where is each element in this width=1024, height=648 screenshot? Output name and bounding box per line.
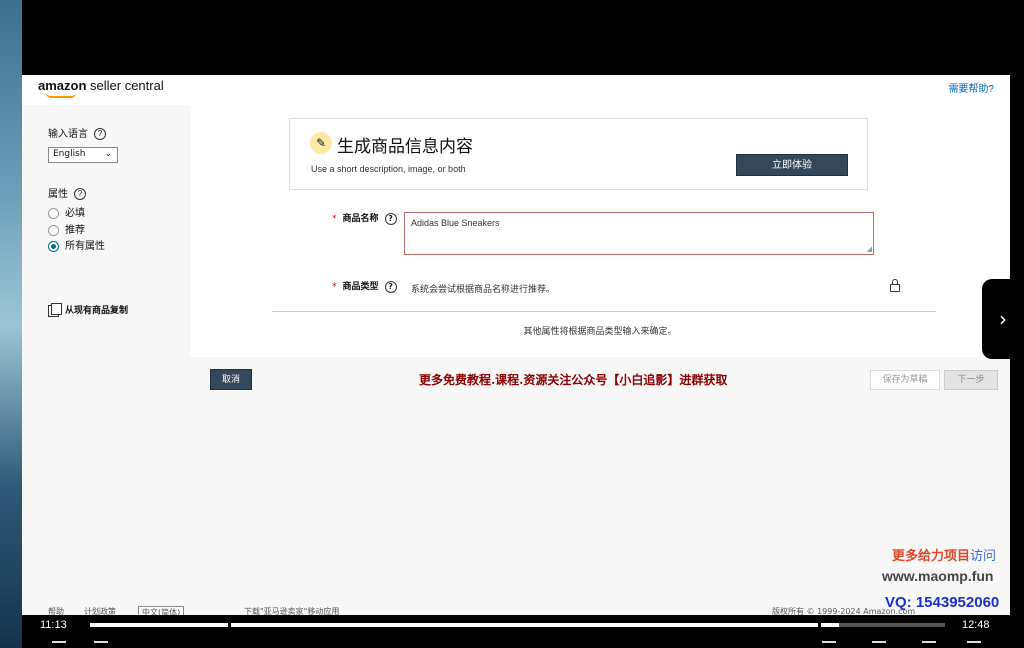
product-type-label: * 商品类型? [332, 279, 397, 293]
other-attributes-note: 其他属性将根据商品类型输入来确定。 [523, 327, 677, 337]
attributes-label: 属性? [48, 185, 86, 201]
control-icon[interactable] [822, 641, 836, 648]
resize-grip-icon[interactable]: ◢ [867, 245, 872, 253]
footer-help-link[interactable]: 帮助 [48, 606, 64, 615]
page-footer: 帮助 计划政策 中文(简体) 下载"亚马逊卖家"移动应用 版权所有 © 1999… [22, 600, 1010, 615]
radio-button[interactable] [48, 207, 59, 219]
main-form-panel: ✎ 生成商品信息内容 Use a short description, imag… [190, 105, 1010, 357]
current-time: 11:13 [40, 619, 67, 631]
help-question-icon[interactable]: ? [74, 188, 86, 201]
help-link[interactable]: 需要帮助? [948, 80, 994, 95]
control-icon[interactable] [872, 641, 886, 648]
next-step-button[interactable]: 下一步 [944, 370, 998, 390]
language-select[interactable]: English ⌄ [48, 147, 118, 163]
footer-language-select[interactable]: 中文(简体) [138, 606, 185, 615]
amazon-seller-central-logo[interactable]: amazon seller central [38, 78, 164, 98]
progress-fill [90, 623, 839, 627]
segment-marker [228, 621, 231, 629]
generate-card-description: Use a short description, image, or both [311, 164, 466, 174]
promo-overlay-text: 更多免费教程.课程.资源关注公众号【小白追影】进群获取 [419, 373, 728, 387]
footer-policy-link[interactable]: 计划政策 [84, 606, 116, 615]
sidebar: 输入语言? English ⌄ 属性? 必填 推荐 所有属性 从现有商品复制 [22, 105, 190, 565]
lock-icon[interactable] [890, 279, 900, 292]
save-draft-button[interactable]: 保存为草稿 [870, 370, 940, 390]
next-page-chevron-icon[interactable]: › [982, 279, 1024, 359]
generate-card-title: 生成商品信息内容 [337, 137, 473, 157]
seller-central-page: amazon seller central 需要帮助? 输入语言? Englis… [22, 75, 1010, 615]
copy-from-existing-link[interactable]: 从现有商品复制 [48, 302, 128, 317]
background-wallpaper-strip [0, 0, 22, 648]
radio-all-attributes[interactable]: 所有属性 [48, 237, 105, 252]
product-name-label: * 商品名称? [332, 211, 397, 225]
control-icon[interactable] [922, 641, 936, 648]
watermark-line-1: 更多给力项目访问 [892, 549, 997, 564]
input-language-label: 输入语言? [48, 125, 106, 141]
help-question-icon[interactable]: ? [384, 280, 397, 293]
segment-marker [818, 621, 821, 629]
radio-button-selected[interactable] [48, 240, 59, 252]
total-time: 12:48 [962, 619, 990, 631]
product-type-hint: 系统会尝试根据商品名称进行推荐。 [411, 285, 556, 295]
amazon-smile-icon [46, 93, 76, 98]
watermark-contact: VQ: 1543952060 [885, 594, 1000, 611]
help-question-icon[interactable]: ? [94, 128, 106, 141]
video-player-bar: 11:13 12:48 [22, 615, 1010, 648]
progress-track[interactable] [90, 621, 945, 629]
footer-app-download-link[interactable]: 下载"亚马逊卖家"移动应用 [244, 606, 339, 615]
radio-button[interactable] [48, 224, 59, 236]
help-question-icon[interactable]: ? [384, 212, 397, 225]
cancel-button[interactable]: 取消 [210, 369, 252, 390]
try-now-button[interactable]: 立即体验 [736, 154, 848, 176]
video-letterbox-top [22, 0, 1010, 75]
page-header: amazon seller central 需要帮助? [22, 75, 1010, 105]
control-icon[interactable] [94, 641, 108, 648]
chevron-down-icon: ⌄ [104, 149, 112, 159]
product-name-input[interactable]: Adidas Blue Sneakers ◢ [404, 212, 874, 255]
generate-listing-card: ✎ 生成商品信息内容 Use a short description, imag… [289, 118, 868, 190]
divider [272, 311, 936, 312]
watermark-url: www.maomp.fun [882, 568, 994, 584]
control-icon[interactable] [52, 641, 66, 648]
radio-recommended[interactable]: 推荐 [48, 221, 85, 236]
radio-required[interactable]: 必填 [48, 204, 85, 219]
copy-icon [48, 302, 62, 317]
control-icon[interactable] [967, 641, 981, 648]
magic-wand-icon: ✎ [310, 132, 332, 154]
